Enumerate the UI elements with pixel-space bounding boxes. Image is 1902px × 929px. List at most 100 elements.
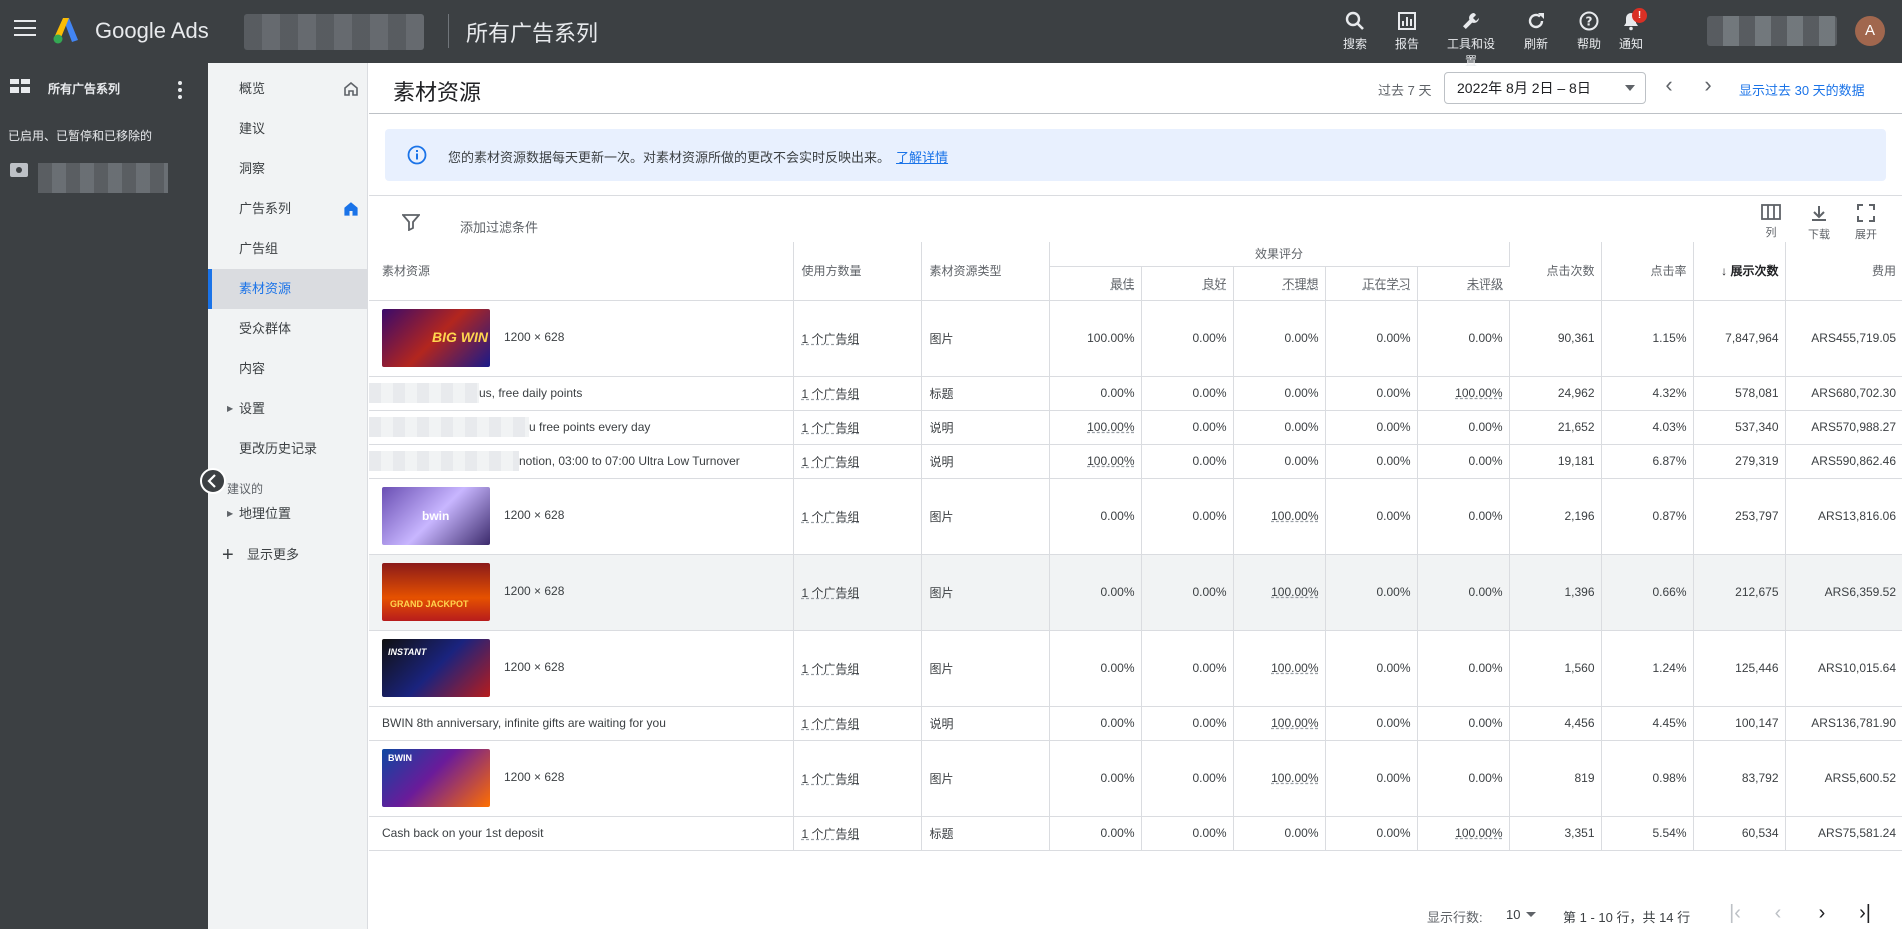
prev-period-button[interactable]: ‹ <box>1657 74 1681 98</box>
nav-assets[interactable]: 素材资源 <box>208 269 368 309</box>
asset-thumbnail[interactable]: BWIN <box>382 749 490 807</box>
rows-per-page-select[interactable]: 10 <box>1506 907 1520 922</box>
col-learning[interactable]: 正在学习 <box>1325 266 1418 301</box>
asset-thumbnail[interactable]: bwin <box>382 487 490 545</box>
tool-refresh[interactable]: 刷新 <box>1512 10 1560 52</box>
col-asset-type[interactable]: 素材资源类型 <box>921 242 1050 301</box>
asset-cell[interactable]: Cash back on your 1st deposit <box>369 816 794 851</box>
nav-overview[interactable]: 概览 <box>208 69 368 109</box>
info-text: 您的素材资源数据每天更新一次。对素材资源所做的更改不会实时反映出来。 了解详情 <box>448 150 949 165</box>
account-name-blurred[interactable] <box>244 14 424 50</box>
col-used-by[interactable]: 使用方数量 <box>793 242 922 301</box>
used-by-cell[interactable]: 1 个广告组 <box>793 740 922 817</box>
col-cost[interactable]: 费用 <box>1785 242 1902 301</box>
col-impressions[interactable]: ↓ 展示次数 <box>1693 242 1786 301</box>
first-page-icon[interactable]: |‹ <box>1723 901 1747 925</box>
asset-cell[interactable]: notion, 03:00 to 07:00 Ultra Low Turnove… <box>369 444 794 479</box>
used-by-cell[interactable]: 1 个广告组 <box>793 410 922 445</box>
tool-help[interactable]: ? 帮助 <box>1565 10 1613 52</box>
add-filter-button[interactable]: 添加过滤条件 <box>460 217 538 236</box>
tool-search[interactable]: 搜索 <box>1331 10 1379 52</box>
asset-thumbnail[interactable]: INSTANT <box>382 639 490 697</box>
used-by-cell[interactable]: 1 个广告组 <box>793 300 922 377</box>
type-cell: 说明 <box>921 410 1050 445</box>
tool-settings[interactable]: 工具和设置 <box>1447 10 1495 69</box>
avatar[interactable]: A <box>1855 16 1885 46</box>
used-by-cell[interactable]: 1 个广告组 <box>793 816 922 851</box>
campaign-scope-title[interactable]: 所有广告系列 <box>466 16 598 48</box>
good-cell: 0.00% <box>1141 410 1234 445</box>
show-last-30-days-link[interactable]: 显示过去 30 天的数据 <box>1739 80 1865 99</box>
table-row[interactable]: GRAND JACKPOT 1200 × 628 1 个广告组 图片 0.00% … <box>369 554 1902 631</box>
used-by-cell[interactable]: 1 个广告组 <box>793 706 922 741</box>
nav-change-history[interactable]: 更改历史记录 <box>208 429 368 469</box>
more-vert-icon[interactable] <box>178 81 182 102</box>
clicks-cell: 21,652 <box>1509 410 1602 445</box>
asset-cell[interactable]: BWIN 1200 × 628 <box>369 740 794 817</box>
account-item[interactable] <box>10 163 170 193</box>
download-button[interactable]: 下载 <box>1801 204 1837 242</box>
nav-insights[interactable]: 洞察 <box>208 149 368 189</box>
clicks-cell: 24,962 <box>1509 376 1602 411</box>
dropdown-icon[interactable] <box>1526 912 1536 917</box>
filter-icon[interactable] <box>402 213 420 231</box>
menu-icon[interactable] <box>14 20 36 36</box>
status-filter-label[interactable]: 已启用、已暂停和已移除的 <box>8 127 152 144</box>
used-by-cell[interactable]: 1 个广告组 <box>793 554 922 631</box>
low-cell: 100.00% <box>1233 706 1326 741</box>
used-by-cell[interactable]: 1 个广告组 <box>793 630 922 707</box>
table-row[interactable]: INSTANT 1200 × 628 1 个广告组 图片 0.00% 0.00% … <box>369 630 1902 707</box>
used-by-cell[interactable]: 1 个广告组 <box>793 478 922 555</box>
col-asset[interactable]: 素材资源 <box>369 242 794 301</box>
table-row[interactable]: BIG WIN 1200 × 628 1 个广告组 图片 100.00% 0.00… <box>369 300 1902 377</box>
col-clicks[interactable]: 点击次数 <box>1509 242 1602 301</box>
table-row[interactable]: BWIN 1200 × 628 1 个广告组 图片 0.00% 0.00% 100… <box>369 740 1902 817</box>
low-cell: 0.00% <box>1233 444 1326 479</box>
col-best[interactable]: 最佳 <box>1049 266 1142 301</box>
nav-recommendations[interactable]: 建议 <box>208 109 368 149</box>
col-ctr[interactable]: 点击率 <box>1601 242 1694 301</box>
asset-cell[interactable]: us, free daily points <box>369 376 794 411</box>
collapse-nav-button[interactable] <box>200 468 226 494</box>
nav-ad-groups[interactable]: 广告组 <box>208 229 368 269</box>
next-period-button[interactable]: › <box>1696 74 1720 98</box>
used-by-cell[interactable]: 1 个广告组 <box>793 376 922 411</box>
used-by-cell[interactable]: 1 个广告组 <box>793 444 922 479</box>
table-row[interactable]: us, free daily points 1 个广告组 标题 0.00% 0.… <box>369 376 1902 411</box>
asset-thumbnail[interactable]: GRAND JACKPOT <box>382 563 490 621</box>
asset-cell[interactable]: bwin 1200 × 628 <box>369 478 794 555</box>
prev-page-icon[interactable]: ‹ <box>1766 901 1790 925</box>
asset-cell[interactable]: GRAND JACKPOT 1200 × 628 <box>369 554 794 631</box>
table-row[interactable]: Cash back on your 1st deposit 1 个广告组 标题 … <box>369 816 1902 851</box>
nav-settings[interactable]: ▶ 设置 <box>208 389 368 429</box>
col-low[interactable]: 不理想 <box>1233 266 1326 301</box>
col-good[interactable]: 良好 <box>1141 266 1234 301</box>
all-campaigns-label[interactable]: 所有广告系列 <box>48 80 120 97</box>
tool-reports[interactable]: 报告 <box>1383 10 1431 52</box>
tool-notifications[interactable]: 通知 <box>1607 10 1655 52</box>
table-row[interactable]: BWIN 8th anniversary, infinite gifts are… <box>369 706 1902 741</box>
asset-cell[interactable]: INSTANT 1200 × 628 <box>369 630 794 707</box>
date-range-picker[interactable]: 2022年 8月 2日 – 8日 <box>1444 72 1646 104</box>
last-page-icon[interactable]: ›| <box>1853 901 1877 925</box>
brand-name[interactable]: Google Ads <box>95 18 209 44</box>
nav-locations[interactable]: ▶ 地理位置 <box>208 494 368 534</box>
asset-cell[interactable]: u free points every day <box>369 410 794 445</box>
search-icon <box>1345 11 1364 30</box>
nav-campaigns[interactable]: 广告系列 <box>208 189 368 229</box>
table-row[interactable]: u free points every day 1 个广告组 说明 100.00… <box>369 410 1902 445</box>
col-unrated[interactable]: 未评级 <box>1417 266 1510 301</box>
asset-cell[interactable]: BWIN 8th anniversary, infinite gifts are… <box>369 706 794 741</box>
learn-more-link[interactable]: 了解详情 <box>896 150 948 165</box>
nav-audiences[interactable]: 受众群体 <box>208 309 368 349</box>
table-row[interactable]: notion, 03:00 to 07:00 Ultra Low Turnove… <box>369 444 1902 479</box>
columns-button[interactable]: 列 <box>1753 204 1789 240</box>
expand-button[interactable]: 展开 <box>1848 204 1884 242</box>
asset-thumbnail[interactable]: BIG WIN <box>382 309 490 367</box>
next-page-icon[interactable]: › <box>1810 901 1834 925</box>
show-more-button[interactable]: + 显示更多 <box>208 535 368 575</box>
google-ads-logo-icon[interactable] <box>52 16 82 44</box>
nav-content[interactable]: 内容 <box>208 349 368 389</box>
table-row[interactable]: bwin 1200 × 628 1 个广告组 图片 0.00% 0.00% 100… <box>369 478 1902 555</box>
asset-cell[interactable]: BIG WIN 1200 × 628 <box>369 300 794 377</box>
